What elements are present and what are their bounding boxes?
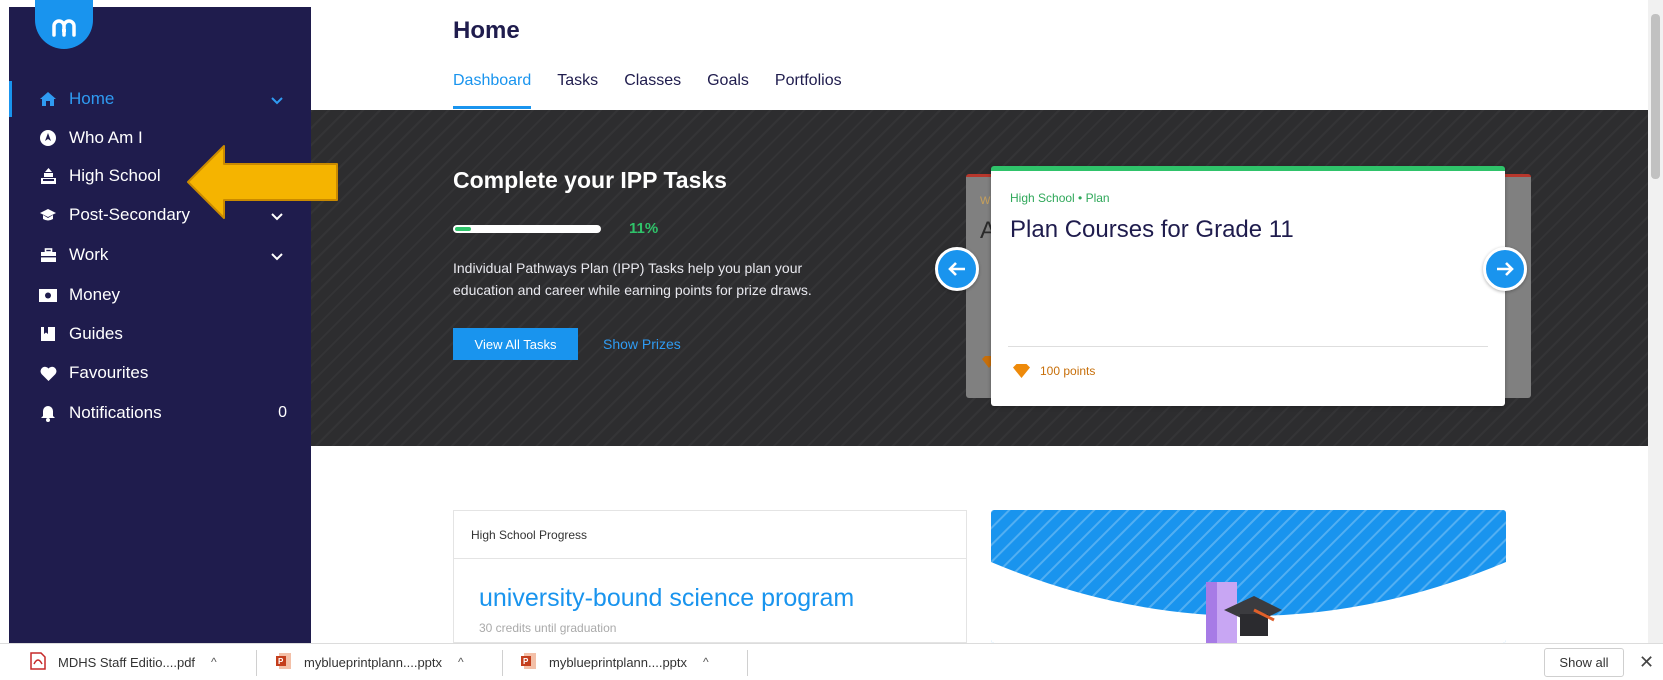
sidebar-item-label: Money xyxy=(69,285,121,304)
caret-up-icon[interactable]: ^ xyxy=(211,655,217,669)
myblueprint-logo[interactable] xyxy=(35,0,93,49)
tab-goals[interactable]: Goals xyxy=(707,72,749,109)
money-icon xyxy=(39,286,57,304)
download-item[interactable]: MDHS Staff Editio....pdf ^ xyxy=(30,644,217,680)
sidebar-item-label: Who Am I xyxy=(69,128,143,147)
task-card-title[interactable]: Plan Courses for Grade 11 xyxy=(1010,216,1294,244)
sidebar: Home Who Am I High School Post-Secondary xyxy=(9,0,311,643)
carousel-prev-button[interactable] xyxy=(935,247,979,291)
annotation-arrow xyxy=(187,145,338,219)
tab-classes[interactable]: Classes xyxy=(624,72,681,109)
card-header: High School Progress xyxy=(454,511,966,559)
carousel-next-button[interactable] xyxy=(1483,247,1527,291)
task-card-crumb: W xyxy=(980,195,991,207)
pdf-file-icon xyxy=(30,651,46,673)
task-card[interactable]: High School • Plan Plan Courses for Grad… xyxy=(991,166,1505,406)
compass-icon xyxy=(39,129,57,147)
arrow-right-icon xyxy=(1497,262,1514,276)
task-card-points: 100 points xyxy=(1013,364,1095,378)
heart-icon xyxy=(39,364,57,382)
high-school-progress-card[interactable]: High School Progress university-bound sc… xyxy=(453,510,967,643)
sidebar-item-guides[interactable]: Guides xyxy=(9,316,311,352)
banner-description: Individual Pathways Plan (IPP) Tasks hel… xyxy=(453,260,812,298)
briefcase-icon xyxy=(39,246,57,264)
points-label: 100 points xyxy=(1040,364,1096,378)
pptx-file-icon: P xyxy=(520,652,537,673)
chevron-down-icon[interactable] xyxy=(271,92,283,110)
credits-remaining: 30 credits until graduation xyxy=(479,621,617,635)
banner-title: Complete your IPP Tasks xyxy=(453,167,727,193)
sidebar-item-label: High School xyxy=(69,166,161,185)
book-icon xyxy=(39,325,57,343)
show-all-downloads-button[interactable]: Show all xyxy=(1544,648,1624,677)
gem-icon xyxy=(1013,364,1030,378)
ipp-progress-percent: 11% xyxy=(629,220,659,237)
download-bar: MDHS Staff Editio....pdf ^ P myblueprint… xyxy=(0,643,1663,680)
download-item[interactable]: P myblueprintplann....pptx ^ xyxy=(520,644,709,680)
divider xyxy=(256,650,257,676)
sidebar-item-label: Favourites xyxy=(69,363,149,382)
program-title[interactable]: university-bound science program xyxy=(479,584,854,613)
notification-count: 0 xyxy=(278,404,287,421)
graduation-illustration xyxy=(991,510,1506,643)
ipp-tasks-banner: Complete your IPP Tasks 11% Individual P… xyxy=(311,110,1648,446)
ipp-progress-fill xyxy=(455,227,471,231)
illustration-card[interactable] xyxy=(991,510,1506,643)
caret-up-icon[interactable]: ^ xyxy=(703,655,709,669)
sidebar-item-label: Home xyxy=(69,89,115,108)
arrow-left-icon xyxy=(948,262,965,276)
app-window: Home Who Am I High School Post-Secondary xyxy=(0,0,1663,680)
download-filename: myblueprintplann....pptx xyxy=(304,654,443,670)
sidebar-item-home[interactable]: Home xyxy=(9,81,311,117)
show-prizes-link[interactable]: Show Prizes xyxy=(603,336,681,352)
tab-dashboard[interactable]: Dashboard xyxy=(453,72,532,109)
chevron-down-icon[interactable] xyxy=(271,248,283,266)
sidebar-item-label: Notifications xyxy=(69,403,162,422)
sidebar-item-label: Guides xyxy=(69,324,123,343)
divider xyxy=(502,650,503,676)
tab-portfolios[interactable]: Portfolios xyxy=(775,72,842,109)
tab-bar: Dashboard Tasks Classes Goals Portfolios xyxy=(453,72,868,109)
graduation-cap-icon xyxy=(39,206,57,224)
scrollbar-thumb[interactable] xyxy=(1651,14,1660,179)
page-scrollbar[interactable] xyxy=(1648,0,1663,643)
pptx-file-icon: P xyxy=(275,652,292,673)
page-title: Home xyxy=(453,17,520,44)
tab-tasks[interactable]: Tasks xyxy=(557,72,598,109)
logo-mark-icon xyxy=(52,19,76,37)
download-filename: MDHS Staff Editio....pdf xyxy=(58,654,196,670)
download-item[interactable]: P myblueprintplann....pptx ^ xyxy=(275,644,464,680)
sidebar-item-label: Work xyxy=(69,245,109,264)
svg-text:P: P xyxy=(278,657,284,666)
bell-icon xyxy=(39,404,57,422)
view-all-tasks-button[interactable]: View All Tasks xyxy=(453,328,578,360)
sidebar-item-favourites[interactable]: Favourites xyxy=(9,355,311,391)
sidebar-item-notifications[interactable]: Notifications 0 xyxy=(9,395,311,431)
sidebar-item-work[interactable]: Work xyxy=(9,237,311,273)
caret-up-icon[interactable]: ^ xyxy=(458,655,464,669)
divider xyxy=(747,650,748,676)
divider xyxy=(1008,346,1488,347)
school-building-icon xyxy=(39,167,57,185)
sidebar-item-label: Post-Secondary xyxy=(69,205,190,224)
home-icon xyxy=(39,90,57,108)
close-icon[interactable]: ✕ xyxy=(1639,652,1654,673)
task-card-crumb: High School • Plan xyxy=(1010,191,1110,205)
ipp-progress-bar xyxy=(453,225,601,233)
svg-text:P: P xyxy=(523,657,529,666)
sidebar-item-money[interactable]: Money xyxy=(9,277,311,313)
download-filename: myblueprintplann....pptx xyxy=(549,654,688,670)
